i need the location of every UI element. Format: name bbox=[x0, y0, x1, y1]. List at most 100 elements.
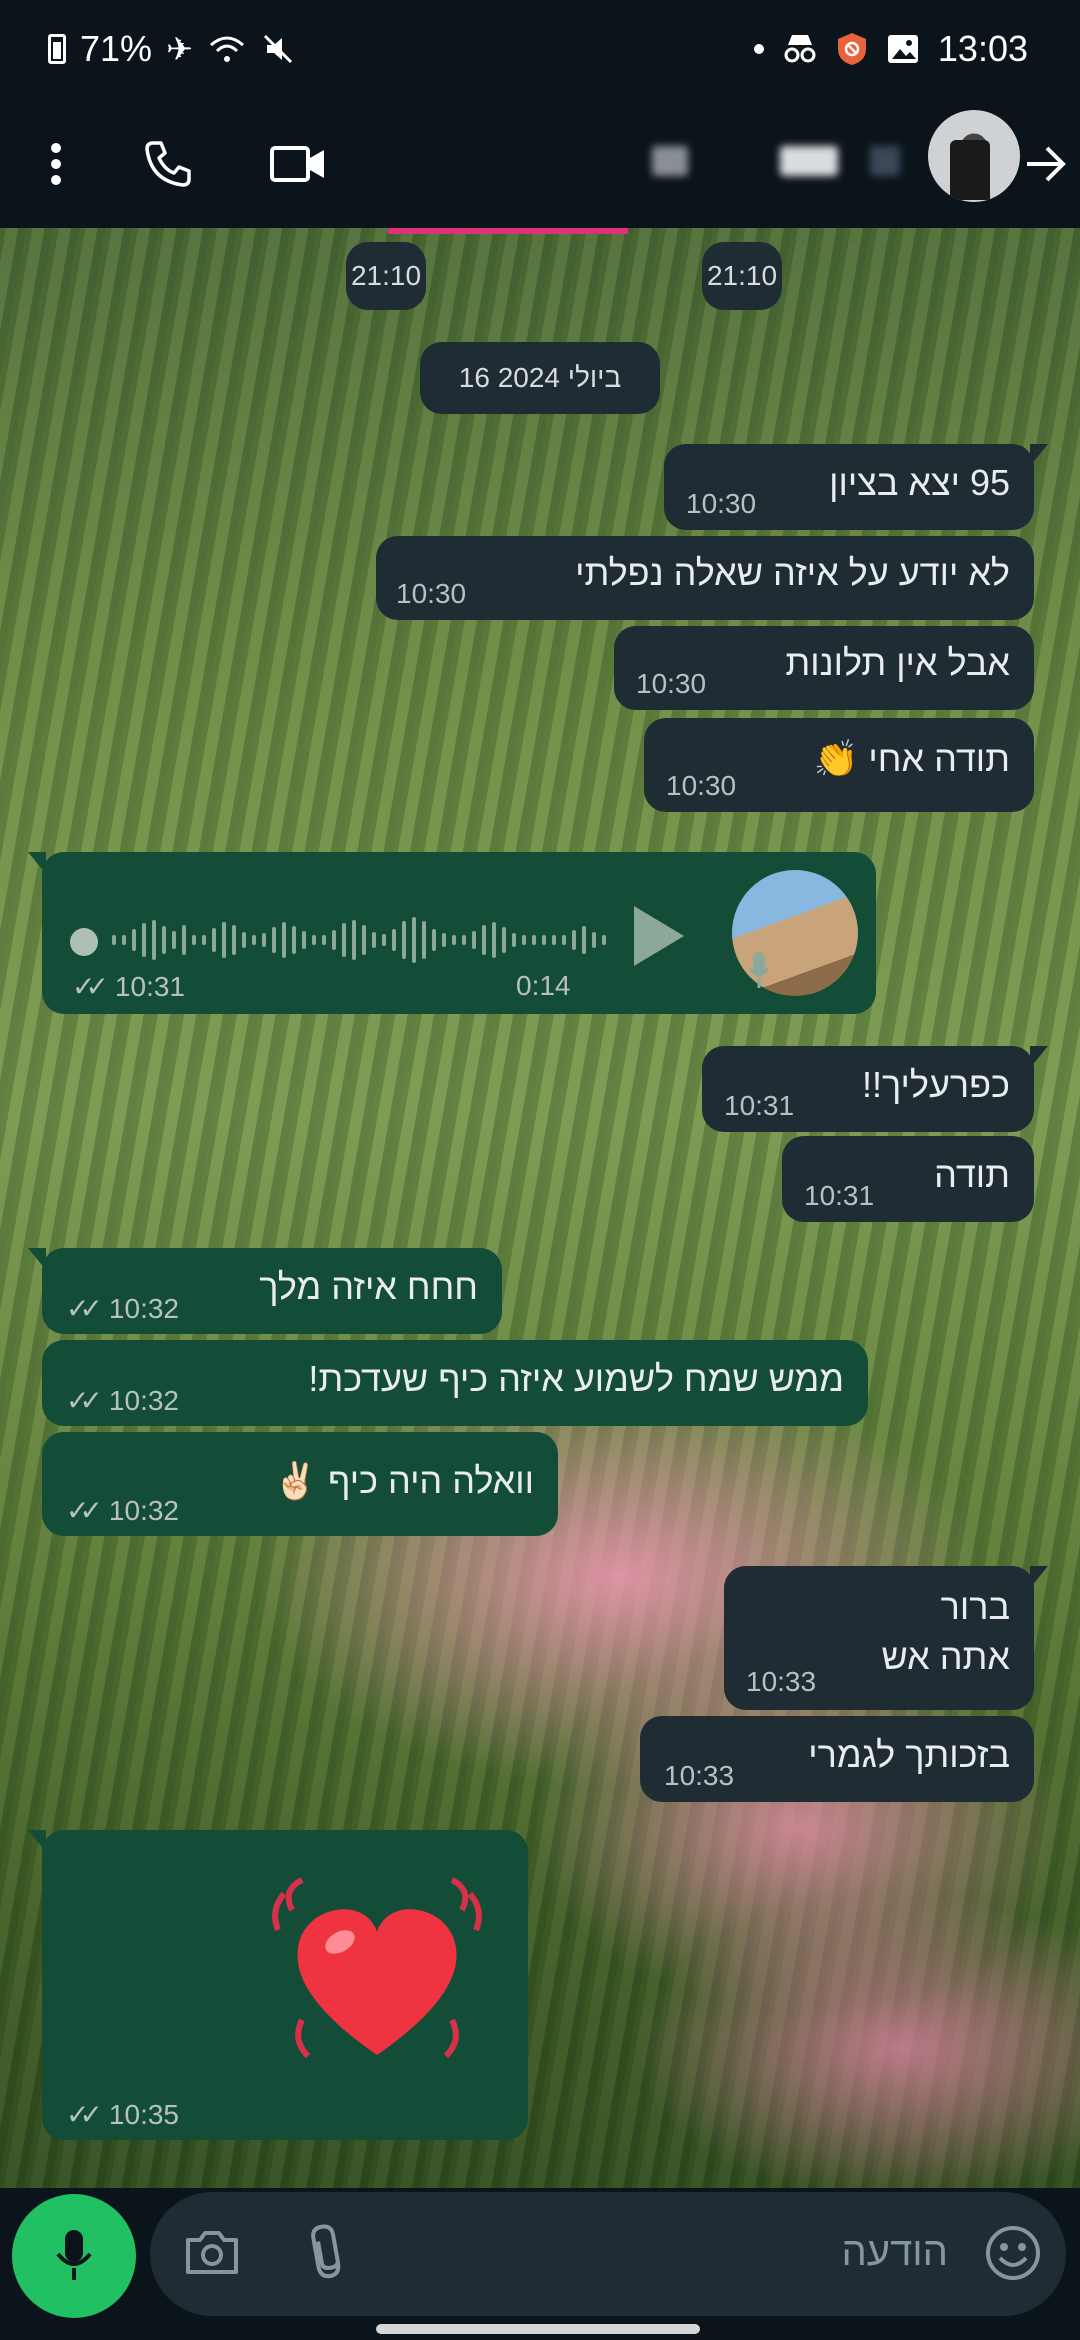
notification-dot-icon bbox=[753, 44, 764, 54]
waveform-bar bbox=[442, 933, 446, 947]
message-bubble-incoming[interactable]: תודה אחי 👏 10:30 bbox=[644, 718, 1034, 812]
voice-waveform[interactable] bbox=[112, 910, 606, 970]
chat-background: 21:10 21:10 16 ביולי 2024 95 יצא בציון 1… bbox=[0, 228, 1080, 2188]
waveform-bar bbox=[572, 930, 576, 950]
more-options-button[interactable] bbox=[20, 128, 92, 200]
waveform-bar bbox=[252, 935, 256, 945]
waveform-bar bbox=[342, 923, 346, 957]
waveform-bar bbox=[592, 932, 596, 948]
voice-message-bubble[interactable]: 0:14 ✓✓ 10:31 bbox=[28, 852, 876, 1014]
date-chip: 16 ביולי 2024 bbox=[420, 342, 660, 414]
message-bubble-incoming[interactable]: בזכותך לגמרי 10:33 bbox=[640, 1716, 1034, 1802]
mute-icon bbox=[263, 34, 292, 64]
waveform-bar bbox=[422, 921, 426, 959]
mic-icon bbox=[748, 952, 770, 988]
waveform-bar bbox=[362, 925, 366, 955]
waveform-bar bbox=[602, 935, 606, 945]
message-time: 10:32 bbox=[108, 1293, 179, 1324]
more-vertical-icon bbox=[51, 143, 61, 185]
waveform-bar bbox=[582, 926, 586, 954]
message-placeholder: הודעה bbox=[841, 2230, 948, 2274]
attach-button[interactable] bbox=[308, 2222, 348, 2287]
message-text: כפרעליך!! bbox=[862, 1064, 1010, 1105]
waveform-bar bbox=[272, 927, 276, 953]
waveform-bar bbox=[352, 920, 356, 960]
message-bubble-incoming[interactable]: אבל אין תלונות 10:30 bbox=[614, 626, 1034, 710]
message-bubble-outgoing[interactable]: ממש שמח לשמוע איזה כיף שעדכת! ✓✓ 10:32 bbox=[42, 1340, 868, 1426]
waveform-bar bbox=[222, 922, 226, 958]
message-text: 95 יצא בציון bbox=[829, 462, 1010, 503]
waveform-bar bbox=[412, 917, 416, 963]
message-bubble-outgoing[interactable]: חחח איזה מלך ✓✓ 10:32 bbox=[28, 1248, 502, 1334]
record-voice-button[interactable] bbox=[12, 2194, 136, 2318]
read-receipt-icon: ✓✓ bbox=[66, 2099, 103, 2130]
message-bubble-incoming[interactable]: לא יודע על איזה שאלה נפלתי 10:30 bbox=[376, 536, 1034, 620]
waveform-bar bbox=[482, 925, 486, 955]
voice-duration: 0:14 bbox=[516, 970, 571, 1001]
wifi-icon bbox=[209, 36, 244, 62]
waveform-bar bbox=[462, 935, 466, 945]
status-bar: 71% ✈ 13:03 bbox=[0, 0, 1080, 100]
image-icon bbox=[887, 35, 918, 63]
waveform-bar bbox=[432, 929, 436, 951]
waveform-bar bbox=[322, 935, 326, 945]
time-chip: 21:10 bbox=[702, 242, 782, 310]
message-bubble-incoming[interactable]: ברור אתה אש 10:33 bbox=[724, 1566, 1048, 1710]
waveform-bar bbox=[492, 922, 496, 958]
waveform-bar bbox=[172, 931, 176, 949]
previous-message-edge bbox=[388, 228, 628, 234]
video-call-button[interactable] bbox=[262, 128, 334, 200]
waveform-bar bbox=[182, 925, 186, 955]
camera-button[interactable] bbox=[184, 2228, 240, 2281]
read-receipt-icon: ✓✓ bbox=[66, 1293, 103, 1324]
waveform-bar bbox=[542, 935, 546, 945]
waveform-bar bbox=[332, 930, 336, 950]
contact-name-redacted[interactable] bbox=[652, 146, 688, 176]
message-time: 10:31 bbox=[114, 971, 185, 1002]
message-text: אבל אין תלונות bbox=[785, 642, 1010, 683]
message-text: חחח איזה מלך bbox=[259, 1266, 478, 1307]
waveform-bar bbox=[242, 932, 246, 948]
message-time: 10:30 bbox=[396, 578, 467, 609]
camera-icon bbox=[186, 2231, 238, 2274]
message-time: 10:32 bbox=[108, 1385, 179, 1416]
waveform-bar bbox=[532, 935, 536, 945]
emoji-button[interactable] bbox=[984, 2224, 1042, 2287]
message-text: בזכותך לגמרי bbox=[808, 1734, 1010, 1775]
chat-header bbox=[0, 100, 1080, 228]
message-text: תודה אחי 👏 bbox=[813, 738, 1010, 779]
message-time: 10:30 bbox=[686, 488, 757, 519]
message-bubble-outgoing[interactable]: וואלה היה כיף ✌🏻 ✓✓ 10:32 bbox=[42, 1432, 558, 1536]
waveform-bar bbox=[212, 928, 216, 952]
waveform-bar bbox=[372, 932, 376, 948]
playback-position-handle[interactable] bbox=[70, 928, 98, 956]
waveform-bar bbox=[112, 935, 116, 945]
message-time: 10:33 bbox=[664, 1760, 735, 1791]
voice-call-button[interactable] bbox=[132, 128, 204, 200]
message-bubble-incoming[interactable]: 95 יצא בציון 10:30 bbox=[664, 444, 1048, 530]
waveform-bar bbox=[132, 929, 136, 951]
message-bubble-incoming[interactable]: כפרעליך!! 10:31 bbox=[702, 1046, 1048, 1132]
emoji-icon bbox=[986, 2226, 1040, 2280]
back-button[interactable] bbox=[1016, 128, 1076, 200]
time-label: 21:10 bbox=[706, 260, 778, 291]
play-button[interactable] bbox=[634, 906, 684, 966]
sticker-message-bubble[interactable]: ✓✓ 10:35 bbox=[28, 1830, 528, 2140]
message-time: 10:32 bbox=[108, 1495, 179, 1526]
message-input[interactable]: הודעה bbox=[150, 2192, 1066, 2316]
contact-avatar[interactable] bbox=[928, 110, 1020, 202]
heart-sticker-icon bbox=[272, 1877, 482, 2059]
time-chip: 21:10 bbox=[346, 242, 426, 310]
home-indicator[interactable] bbox=[376, 2324, 700, 2334]
message-time: 10:35 bbox=[108, 2099, 179, 2130]
message-bubble-incoming[interactable]: תודה 10:31 bbox=[782, 1136, 1034, 1222]
waveform-bar bbox=[522, 935, 526, 945]
waveform-bar bbox=[302, 931, 306, 949]
read-receipt-icon: ✓✓ bbox=[66, 1385, 103, 1416]
read-receipt-icon: ✓✓ bbox=[66, 1495, 103, 1526]
compose-bar: הודעה bbox=[0, 2188, 1080, 2340]
message-time: 10:31 bbox=[804, 1180, 875, 1211]
waveform-bar bbox=[512, 933, 516, 947]
mic-icon bbox=[56, 2230, 92, 2280]
waveform-bar bbox=[382, 934, 386, 946]
